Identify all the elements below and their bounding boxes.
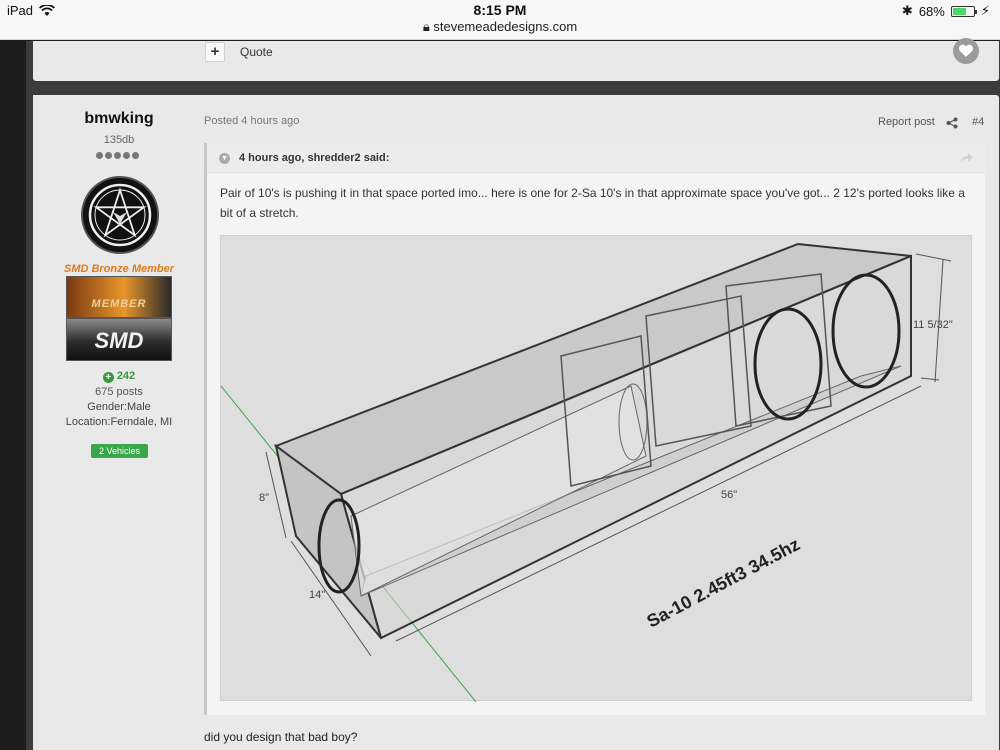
vehicles-badge[interactable]: 2 Vehicles — [91, 444, 148, 458]
enclosure-drawing: 11 5/32" 56" 8" 14" Sa-10 2.45ft3 34.5hz — [221, 242, 953, 702]
lock-icon: 🔒︎ — [422, 19, 434, 34]
quote-block: ▼ 4 hours ago, shredder2 said: Pair of 1… — [204, 143, 985, 715]
status-right: ✱ 68% ⚡︎ — [902, 3, 990, 19]
previous-post-footer: + Quote — [33, 38, 999, 81]
report-post-link[interactable]: Report post — [878, 116, 935, 128]
clock: 8:15 PM — [473, 2, 527, 18]
rank-pip — [114, 152, 121, 159]
author-name[interactable]: bmwking — [33, 110, 205, 128]
reply-arrow-icon[interactable] — [961, 153, 973, 163]
rank-pip — [96, 152, 103, 159]
enclosure-caption: Sa-10 2.45ft3 34.5hz — [643, 534, 803, 632]
reputation-value: 242 — [116, 370, 136, 382]
address-bar[interactable]: 🔒︎ stevemeadedesigns.com — [0, 19, 1000, 35]
dimension-height-label: 11 5/32" — [913, 319, 953, 331]
chevron-down-icon[interactable]: ▼ — [219, 153, 230, 164]
quote-text: Pair of 10's is pushing it in that space… — [220, 186, 965, 220]
forum-post: bmwking 135db SMD Bronze Member MEMBER S… — [33, 95, 999, 750]
author-panel: bmwking 135db SMD Bronze Member MEMBER S… — [33, 95, 205, 750]
post-body-text: did you design that bad boy? — [204, 730, 358, 744]
like-button[interactable] — [953, 38, 979, 64]
member-badge-banner: MEMBER — [66, 276, 172, 318]
plus-circle-icon: + — [102, 372, 114, 383]
battery-percent: 68% — [918, 3, 945, 19]
rank-pips — [96, 152, 139, 159]
member-badge-text: MEMBER — [91, 298, 147, 310]
dimension-depth-label: 14" — [309, 589, 325, 601]
author-gender: Gender:Male — [87, 401, 151, 413]
quote-header: ▼ 4 hours ago, shredder2 said: — [207, 143, 985, 173]
author-rank: 135db — [103, 134, 135, 146]
share-icon[interactable] — [946, 117, 958, 129]
rank-pip — [105, 152, 112, 159]
bluetooth-icon: ✱ — [901, 3, 913, 18]
multiquote-button[interactable]: + — [205, 42, 225, 62]
smd-badge-text: SMD — [94, 328, 144, 353]
enclosure-design-image[interactable]: 11 5/32" 56" 8" 14" Sa-10 2.45ft3 34.5hz — [220, 235, 972, 702]
status-bar: iPad 8:15 PM 🔒︎ stevemeadedesigns.com ✱ … — [0, 0, 1000, 40]
author-location: Location:Ferndale, MI — [65, 416, 173, 428]
dimension-front-label: 8" — [259, 492, 269, 504]
quote-citation: 4 hours ago, shredder2 said: — [239, 152, 390, 164]
dimension-length-label: 56" — [721, 489, 737, 501]
pentagram-icon — [88, 183, 152, 247]
left-dark-edge — [0, 41, 26, 750]
rank-pip — [123, 152, 130, 159]
quote-button[interactable]: Quote — [240, 45, 273, 59]
member-title: SMD Bronze Member — [63, 263, 175, 275]
post-count: 675 posts — [95, 386, 143, 398]
post-number-link[interactable]: #4 — [972, 116, 984, 128]
charging-icon: ⚡︎ — [980, 3, 990, 18]
reputation: +242 — [33, 370, 205, 383]
url-text: stevemeadedesigns.com — [433, 19, 578, 34]
smd-badge: SMD — [66, 318, 172, 361]
heart-icon — [958, 44, 974, 57]
battery-icon — [950, 5, 977, 17]
avatar[interactable] — [81, 176, 159, 254]
post-timestamp[interactable]: Posted 4 hours ago — [204, 115, 299, 127]
battery-level-fill — [952, 7, 967, 15]
rank-pip — [132, 152, 139, 159]
